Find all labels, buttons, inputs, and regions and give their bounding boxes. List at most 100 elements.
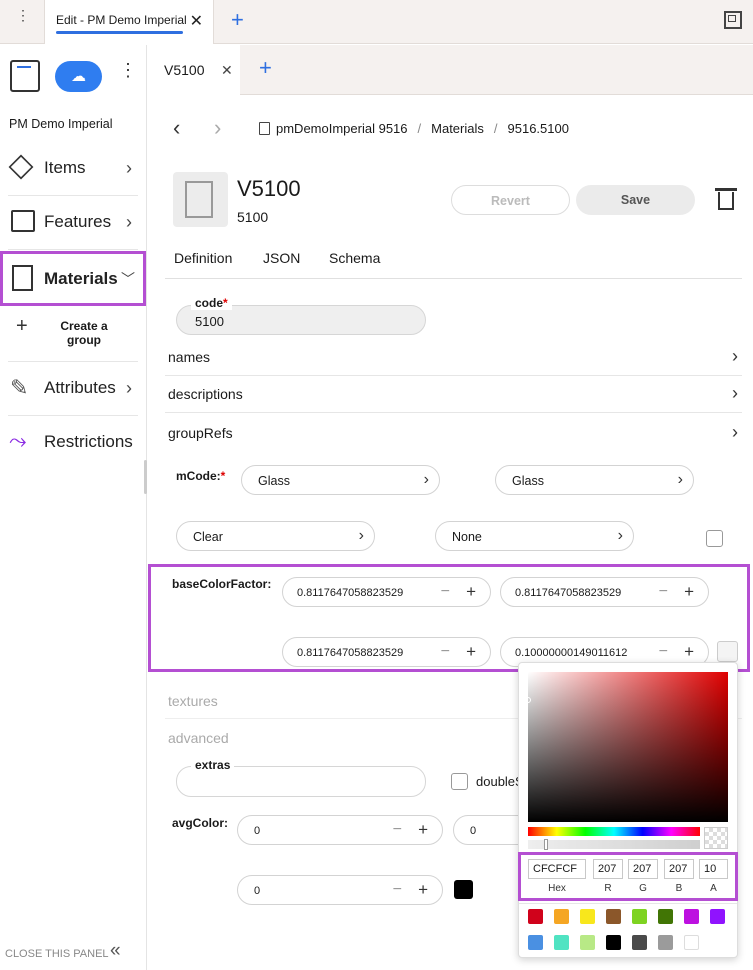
mcode-select-2[interactable]: Glass › bbox=[495, 465, 694, 495]
section-label: names bbox=[168, 349, 211, 365]
restrictions-icon: ⤳ bbox=[9, 428, 27, 453]
plus-icon[interactable]: + bbox=[684, 642, 694, 662]
sidebar-item-attributes[interactable]: ✎ Attributes › bbox=[0, 362, 140, 414]
section-names[interactable]: names › bbox=[165, 339, 742, 376]
plus-icon[interactable]: + bbox=[466, 642, 476, 662]
alpha-slider[interactable] bbox=[528, 839, 700, 850]
add-tab-button[interactable]: + bbox=[231, 7, 244, 33]
mcode-checkbox[interactable] bbox=[706, 530, 723, 547]
preset-swatch[interactable] bbox=[632, 909, 647, 924]
sidebar-item-features[interactable]: Features › bbox=[0, 196, 140, 248]
mcode-label: mCode:* bbox=[176, 469, 225, 483]
page-title: V5100 bbox=[237, 176, 301, 201]
hex-input[interactable]: CFCFCF bbox=[528, 859, 586, 879]
breadcrumb-item[interactable]: 9516.5100 bbox=[508, 121, 569, 136]
preset-swatch[interactable] bbox=[554, 909, 569, 924]
hue-slider[interactable] bbox=[528, 827, 700, 836]
g-label: G bbox=[639, 883, 647, 894]
preset-swatch[interactable] bbox=[580, 935, 595, 950]
section-descriptions[interactable]: descriptions › bbox=[165, 376, 742, 413]
preset-swatch[interactable] bbox=[528, 935, 543, 950]
number-value: 0 bbox=[470, 825, 477, 837]
preset-swatch[interactable] bbox=[710, 909, 725, 924]
book-icon[interactable] bbox=[10, 60, 40, 92]
saturation-area[interactable] bbox=[525, 672, 728, 822]
window-restore-icon[interactable] bbox=[724, 11, 742, 29]
plus-icon[interactable]: + bbox=[418, 880, 428, 900]
sidebar-item-materials[interactable]: Materials ﹀ bbox=[0, 251, 146, 306]
base-color-g-input[interactable]: 0.8117647058823529 − + bbox=[500, 577, 709, 607]
preset-swatch[interactable] bbox=[684, 909, 699, 924]
plus-icon[interactable]: + bbox=[684, 582, 694, 602]
minus-icon[interactable]: − bbox=[441, 583, 450, 601]
code-label: code* bbox=[191, 296, 232, 310]
create-group-button[interactable]: + Create a group bbox=[10, 314, 140, 350]
sidebar-item-restrictions[interactable]: ⤳ Restrictions bbox=[0, 416, 140, 468]
app-tab-edit[interactable]: Edit - PM Demo Imperial ✕ bbox=[44, 0, 214, 44]
mcode-select-4[interactable]: None › bbox=[435, 521, 634, 551]
base-color-b-input[interactable]: 0.8117647058823529 − + bbox=[282, 637, 491, 667]
minus-icon[interactable]: − bbox=[393, 881, 402, 899]
preset-swatch[interactable] bbox=[528, 909, 543, 924]
mcode-label-text: mCode: bbox=[176, 469, 221, 483]
preset-swatch[interactable] bbox=[658, 935, 673, 950]
avg-color-swatch[interactable] bbox=[454, 880, 473, 899]
close-panel-link[interactable]: CLOSE THIS PANEL « bbox=[5, 940, 140, 961]
sidebar-item-label: Items bbox=[44, 158, 86, 177]
breadcrumb-item[interactable]: pmDemoImperial 9516 bbox=[276, 121, 408, 136]
save-button[interactable]: Save bbox=[576, 185, 695, 215]
avg-color-input-1[interactable]: 0 − + bbox=[237, 815, 443, 845]
breadcrumb: pmDemoImperial 9516 / Materials / 9516.5… bbox=[259, 121, 569, 136]
minus-icon[interactable]: − bbox=[659, 643, 668, 661]
a-input[interactable]: 10 bbox=[699, 859, 728, 879]
add-editor-tab-button[interactable]: + bbox=[259, 55, 272, 81]
saturation-cursor[interactable] bbox=[525, 697, 531, 703]
minus-icon[interactable]: − bbox=[393, 821, 402, 839]
revert-button[interactable]: Revert bbox=[451, 185, 570, 215]
base-color-label: baseColorFactor: bbox=[172, 577, 272, 591]
kebab-menu-icon[interactable]: ⋮ bbox=[16, 8, 30, 22]
minus-icon[interactable]: − bbox=[441, 643, 450, 661]
sidebar-item-items[interactable]: Items › bbox=[0, 142, 140, 194]
r-label: R bbox=[604, 883, 612, 894]
preset-swatch[interactable] bbox=[684, 935, 699, 950]
preset-swatch[interactable] bbox=[658, 909, 673, 924]
plus-icon[interactable]: + bbox=[418, 820, 428, 840]
preset-swatch[interactable] bbox=[606, 935, 621, 950]
preset-swatch[interactable] bbox=[580, 909, 595, 924]
tab-schema[interactable]: Schema bbox=[329, 250, 380, 266]
sidebar-item-label: Attributes bbox=[44, 378, 116, 397]
preset-swatch[interactable] bbox=[606, 909, 621, 924]
preset-swatch[interactable] bbox=[554, 935, 569, 950]
section-grouprefs[interactable]: groupRefs › bbox=[165, 415, 742, 452]
tab-definition[interactable]: Definition bbox=[174, 250, 232, 266]
editor-tab[interactable]: V5100 ✕ bbox=[148, 45, 240, 96]
mcode-select-3[interactable]: Clear › bbox=[176, 521, 375, 551]
minus-icon[interactable]: − bbox=[659, 583, 668, 601]
close-icon[interactable]: ✕ bbox=[190, 11, 203, 31]
base-color-r-input[interactable]: 0.8117647058823529 − + bbox=[282, 577, 491, 607]
more-options-icon[interactable]: ⋮ bbox=[119, 61, 137, 79]
upload-button[interactable]: ☁ bbox=[55, 61, 102, 92]
alpha-handle[interactable] bbox=[544, 839, 548, 850]
g-input[interactable]: 207 bbox=[628, 859, 658, 879]
double-sided-checkbox[interactable] bbox=[451, 773, 468, 790]
breadcrumb-item[interactable]: Materials bbox=[431, 121, 484, 136]
back-icon[interactable]: ‹ bbox=[173, 115, 180, 141]
close-icon[interactable]: ✕ bbox=[221, 62, 233, 79]
plus-icon[interactable]: + bbox=[466, 582, 476, 602]
color-preview-swatch[interactable] bbox=[717, 641, 738, 662]
preset-swatch[interactable] bbox=[632, 935, 647, 950]
subtabs-divider bbox=[165, 278, 742, 279]
project-name: PM Demo Imperial bbox=[9, 117, 113, 131]
r-input[interactable]: 207 bbox=[593, 859, 623, 879]
avg-color-input-3[interactable]: 0 − + bbox=[237, 875, 443, 905]
trash-icon[interactable] bbox=[715, 188, 737, 212]
mcode-select-1[interactable]: Glass › bbox=[241, 465, 440, 495]
forward-icon[interactable]: › bbox=[214, 115, 221, 141]
b-input[interactable]: 207 bbox=[664, 859, 694, 879]
resize-handle[interactable] bbox=[144, 460, 147, 494]
tab-json[interactable]: JSON bbox=[263, 250, 300, 266]
color-preview-box bbox=[704, 827, 728, 849]
picker-divider bbox=[519, 903, 737, 904]
